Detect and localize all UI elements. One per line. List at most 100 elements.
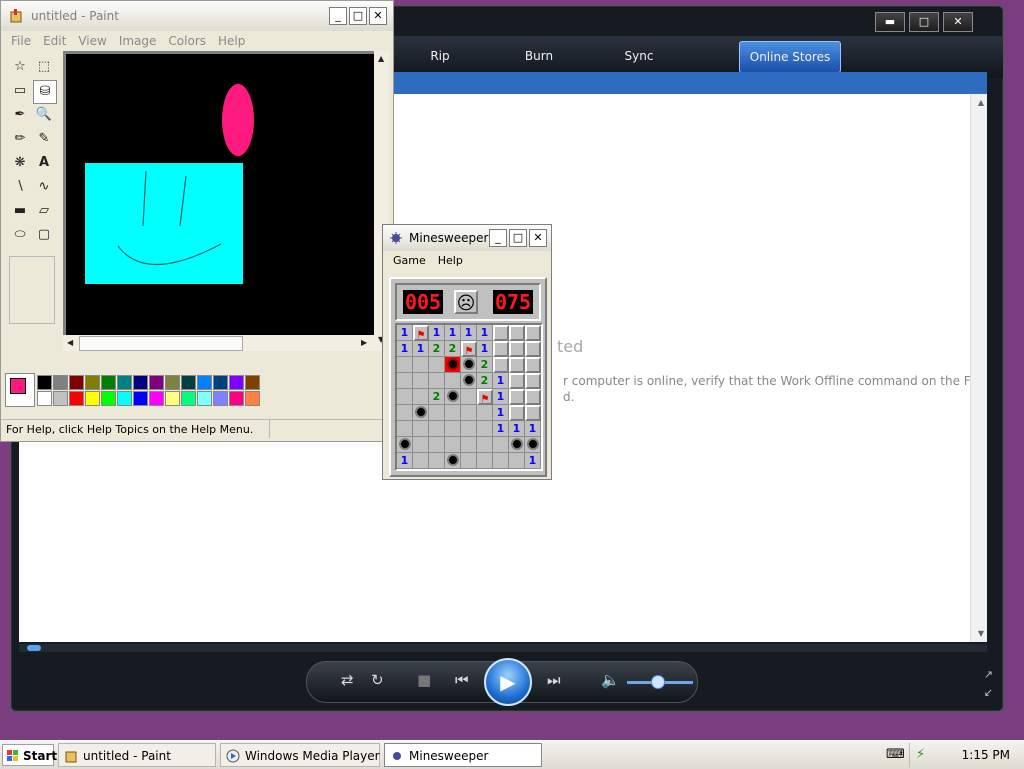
- mine-cell-covered[interactable]: [509, 357, 525, 373]
- menu-colors[interactable]: Colors: [162, 31, 212, 51]
- maximize-icon[interactable]: □: [909, 12, 939, 32]
- palette-swatch[interactable]: [85, 375, 100, 390]
- flag-icon[interactable]: ⚑: [461, 341, 477, 357]
- polygon-icon[interactable]: ▱: [33, 200, 55, 222]
- line-icon[interactable]: ∖: [9, 176, 31, 198]
- start-button[interactable]: Start: [2, 744, 57, 766]
- mine-cell-empty[interactable]: [413, 437, 429, 453]
- palette-swatch[interactable]: [229, 375, 244, 390]
- mine-cell-covered[interactable]: [493, 357, 509, 373]
- flag-icon[interactable]: ⚑: [413, 325, 429, 341]
- menu-image[interactable]: Image: [113, 31, 163, 51]
- mine-cell-empty[interactable]: [493, 453, 509, 469]
- palette-swatch[interactable]: [149, 375, 164, 390]
- task-wmp[interactable]: Windows Media Player: [220, 743, 380, 767]
- rounded-rect-icon[interactable]: ▢: [33, 224, 55, 246]
- menu-file[interactable]: File: [5, 31, 37, 51]
- palette-swatch[interactable]: [85, 391, 100, 406]
- seek-bar[interactable]: [19, 644, 987, 652]
- free-select-icon[interactable]: ☆: [9, 56, 31, 78]
- mine-cell-empty[interactable]: [461, 421, 477, 437]
- mine-cell-empty[interactable]: [477, 405, 493, 421]
- mine-cell-empty[interactable]: [461, 437, 477, 453]
- mine-cell-covered[interactable]: [509, 405, 525, 421]
- current-colors[interactable]: [5, 373, 35, 407]
- curve-icon[interactable]: ∿: [33, 176, 55, 198]
- mine-cell-empty[interactable]: [429, 357, 445, 373]
- rect-select-icon[interactable]: ⬚: [33, 56, 55, 78]
- mine-cell-empty[interactable]: [413, 373, 429, 389]
- exploded-mine-icon[interactable]: [445, 357, 461, 373]
- seek-thumb[interactable]: [27, 645, 41, 651]
- mine-cell-covered[interactable]: [493, 341, 509, 357]
- mine-icon[interactable]: [525, 437, 541, 453]
- tool-options-box[interactable]: [9, 256, 55, 324]
- palette-swatch[interactable]: [245, 375, 260, 390]
- mine-cell-covered[interactable]: [509, 341, 525, 357]
- palette-swatch[interactable]: [229, 391, 244, 406]
- mine-cell-empty[interactable]: [461, 453, 477, 469]
- mine-cell-number[interactable]: 1: [509, 421, 525, 437]
- eraser-icon[interactable]: ▭: [9, 80, 31, 102]
- mine-cell-empty[interactable]: [413, 453, 429, 469]
- mine-cell-number[interactable]: 1: [525, 453, 541, 469]
- mine-cell-number[interactable]: 1: [493, 421, 509, 437]
- volume-icon[interactable]: 🔈: [601, 671, 620, 689]
- mine-cell-empty[interactable]: [461, 389, 477, 405]
- mine-cell-covered[interactable]: [525, 373, 541, 389]
- paint-titlebar[interactable]: untitled - Paint _ □ ✕: [1, 1, 393, 31]
- mine-cell-empty[interactable]: [429, 421, 445, 437]
- palette-swatch[interactable]: [53, 391, 68, 406]
- mine-cell-number[interactable]: 1: [397, 341, 413, 357]
- task-minesweeper[interactable]: Minesweeper: [384, 743, 542, 767]
- mine-cell-empty[interactable]: [429, 405, 445, 421]
- mine-cell-empty[interactable]: [445, 437, 461, 453]
- text-tool-icon[interactable]: A: [33, 152, 55, 174]
- palette-swatch[interactable]: [37, 391, 52, 406]
- mine-cell-number[interactable]: 1: [397, 325, 413, 341]
- palette-swatch[interactable]: [117, 375, 132, 390]
- mine-cell-empty[interactable]: [413, 357, 429, 373]
- mine-cell-empty[interactable]: [413, 421, 429, 437]
- palette-swatch[interactable]: [165, 375, 180, 390]
- view-switch-icons[interactable]: ↗ ↙: [984, 666, 993, 702]
- stop-icon[interactable]: ■: [417, 671, 431, 689]
- volume-knob[interactable]: [651, 675, 665, 689]
- minimize-icon[interactable]: ▬: [875, 12, 905, 32]
- play-button[interactable]: ▶: [484, 658, 532, 706]
- mine-cell-covered[interactable]: [509, 373, 525, 389]
- brush-icon[interactable]: ✎: [33, 128, 55, 150]
- mine-cell-number[interactable]: 1: [525, 421, 541, 437]
- tab-burn[interactable]: Burn: [489, 41, 589, 71]
- menu-game[interactable]: Game: [387, 251, 432, 271]
- color-picker-icon[interactable]: ✒: [9, 104, 31, 126]
- smiley-face-button[interactable]: ☹: [454, 290, 478, 314]
- mine-cell-empty[interactable]: [477, 421, 493, 437]
- previous-icon[interactable]: ⏮: [455, 671, 469, 689]
- mine-cell-covered[interactable]: [525, 389, 541, 405]
- content-scrollbar[interactable]: ▲ ▼: [970, 94, 987, 642]
- tab-sync[interactable]: Sync: [589, 41, 689, 71]
- mine-cell-covered[interactable]: [525, 341, 541, 357]
- rectangle-icon[interactable]: ▬: [9, 200, 31, 222]
- mine-icon[interactable]: [413, 405, 429, 421]
- flag-icon[interactable]: ⚑: [477, 389, 493, 405]
- minimize-icon[interactable]: _: [329, 7, 347, 25]
- network-icon[interactable]: ⚡: [916, 743, 925, 767]
- mine-cell-empty[interactable]: [509, 453, 525, 469]
- palette-swatch[interactable]: [101, 391, 116, 406]
- mine-cell-covered[interactable]: [525, 405, 541, 421]
- mine-cell-empty[interactable]: [477, 437, 493, 453]
- mine-cell-covered[interactable]: [509, 389, 525, 405]
- mine-cell-number[interactable]: 1: [397, 453, 413, 469]
- menu-view[interactable]: View: [72, 31, 112, 51]
- mine-icon[interactable]: [461, 357, 477, 373]
- mine-icon[interactable]: [445, 453, 461, 469]
- mine-cell-number[interactable]: 1: [477, 341, 493, 357]
- magnifier-icon[interactable]: 🔍: [33, 104, 55, 126]
- palette-swatch[interactable]: [213, 375, 228, 390]
- palette-swatch[interactable]: [197, 375, 212, 390]
- close-icon[interactable]: ✕: [369, 7, 387, 25]
- mine-cell-empty[interactable]: [397, 405, 413, 421]
- mine-cell-empty[interactable]: [445, 421, 461, 437]
